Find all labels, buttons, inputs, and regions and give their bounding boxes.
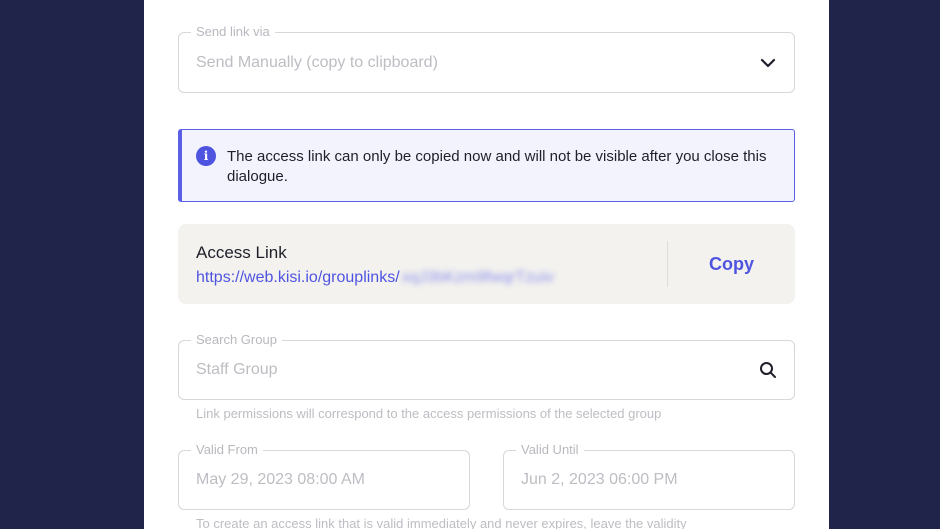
- search-icon[interactable]: [758, 360, 778, 380]
- info-icon: i: [196, 146, 216, 166]
- valid-from-value: May 29, 2023 08:00 AM: [196, 471, 365, 488]
- search-group-label: Search Group: [191, 332, 282, 348]
- valid-from-field[interactable]: Valid From May 29, 2023 08:00 AM: [178, 442, 470, 510]
- valid-until-label: Valid Until: [516, 442, 584, 458]
- access-link-url: https://web.kisi.io/grouplinks/xqJ3bKzm9…: [196, 269, 554, 287]
- create-access-link-dialog: Send link via Send Manually (copy to cli…: [144, 0, 829, 529]
- send-link-via-label: Send link via: [191, 24, 275, 40]
- info-notice-text: The access link can only be copied now a…: [227, 148, 767, 185]
- access-link-url-prefix: https://web.kisi.io/grouplinks/: [196, 269, 400, 286]
- access-link-url-token: xqJ3bKzm9fwqrTzuiv: [401, 269, 554, 286]
- search-group-helper: Link permissions will correspond to the …: [196, 406, 662, 421]
- copy-button[interactable]: Copy: [668, 224, 795, 304]
- info-notice: i The access link can only be copied now…: [178, 129, 795, 202]
- valid-until-value: Jun 2, 2023 06:00 PM: [521, 471, 678, 488]
- send-link-via-select[interactable]: Send link via Send Manually (copy to cli…: [178, 24, 795, 93]
- access-link-card: Access Link https://web.kisi.io/grouplin…: [178, 224, 795, 304]
- validity-helper: To create an access link that is valid i…: [196, 516, 687, 529]
- valid-until-field[interactable]: Valid Until Jun 2, 2023 06:00 PM: [503, 442, 795, 510]
- send-link-via-value: Send Manually (copy to clipboard): [196, 53, 438, 71]
- search-group-placeholder: Staff Group: [196, 361, 278, 378]
- search-group-input[interactable]: Search Group Staff Group: [178, 332, 795, 400]
- backdrop: Send link via Send Manually (copy to cli…: [0, 0, 940, 529]
- chevron-down-icon[interactable]: [758, 53, 778, 73]
- valid-from-label: Valid From: [191, 442, 263, 458]
- access-link-title: Access Link: [196, 243, 287, 262]
